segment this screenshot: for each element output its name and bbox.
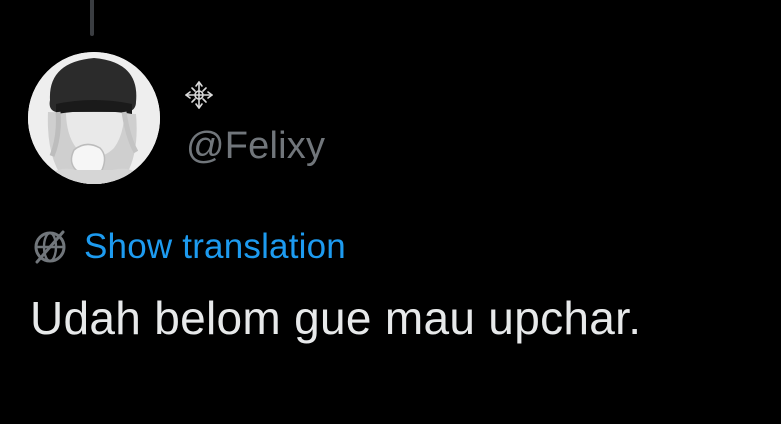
- avatar-image: [28, 52, 160, 184]
- show-translation-label: Show translation: [84, 227, 346, 266]
- avatar[interactable]: [28, 52, 160, 184]
- thread-connector-line: [90, 0, 94, 36]
- post-text: Udah belom gue mau upchar.: [30, 292, 642, 344]
- show-translation-button[interactable]: Show translation: [30, 226, 346, 268]
- ornate-star-glyph-icon: [185, 81, 213, 109]
- globe-slash-icon: [34, 230, 66, 264]
- user-handle[interactable]: @Felixy: [186, 124, 325, 168]
